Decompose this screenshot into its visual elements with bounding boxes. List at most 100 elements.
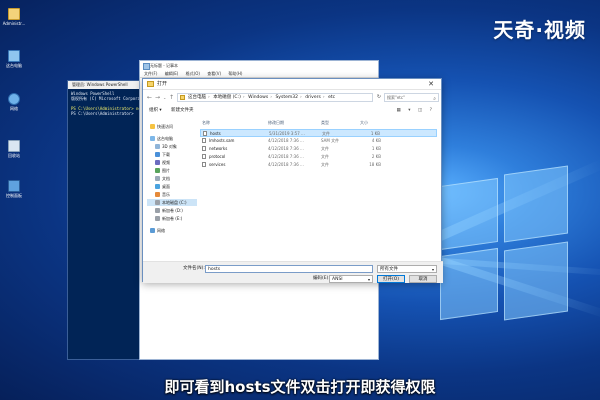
file-row[interactable]: lmhosts.sam 4/12/2018 7:36 ... SAM 文件 4 KB	[200, 137, 437, 145]
column-type[interactable]: 类型	[321, 119, 329, 127]
recent-chevron-icon[interactable]: ⌄	[163, 93, 166, 102]
close-button[interactable]: ✕	[424, 79, 438, 90]
sidebar-item-label: 文档	[162, 176, 170, 181]
sidebar-item-star[interactable]: 快速访问	[147, 123, 197, 130]
menu-file[interactable]: 文件(F)	[144, 71, 157, 76]
windows-logo	[440, 165, 570, 330]
breadcrumb-item[interactable]: drivers	[305, 95, 321, 100]
filename-input[interactable]: hosts	[205, 265, 373, 273]
folder-icon	[180, 95, 185, 100]
encoding-label: 编码(E):	[313, 276, 330, 281]
new-folder-button[interactable]: 新建文件夹	[171, 106, 194, 115]
file-name: protocol	[209, 154, 226, 159]
file-row[interactable]: networks 4/12/2018 7:36 ... 文件 1 KB	[200, 145, 437, 153]
column-date[interactable]: 修改日期	[268, 119, 284, 127]
sidebar-item-label: 新加卷 (E:)	[162, 216, 183, 221]
sidebar-item-label: 网络	[157, 228, 165, 233]
notepad-menu: 文件(F) 编辑(E) 格式(O) 查看(V) 帮助(H)	[140, 70, 378, 78]
filetype-select[interactable]: 所有文件 ▾	[377, 265, 437, 273]
sidebar-item-network[interactable]: 网络	[147, 227, 197, 234]
sidebar-item-label: 图片	[162, 168, 170, 173]
back-arrow-icon[interactable]: ←	[147, 93, 152, 102]
file-size: 2 KB	[371, 154, 381, 159]
search-icon: ⌕	[433, 96, 436, 102]
network-icon	[150, 228, 155, 233]
sidebar-item-picture[interactable]: 图片	[147, 167, 197, 174]
menu-edit[interactable]: 编辑(E)	[165, 71, 179, 76]
breadcrumb-item[interactable]: etc	[328, 95, 335, 100]
sidebar-item-cube[interactable]: 3D 对象	[147, 143, 197, 150]
notepad-icon	[147, 81, 154, 87]
open-button[interactable]: 打开(O)	[377, 275, 405, 283]
sidebar-item-computer[interactable]: 这台电脑	[147, 135, 197, 142]
column-name[interactable]: 名称	[202, 119, 210, 127]
sidebar-item-document[interactable]: 文档	[147, 175, 197, 182]
search-input[interactable]: 搜索"etc" ⌕	[384, 93, 439, 102]
console-line: 版权所有 (C) Microsoft Corporatio	[71, 96, 148, 101]
breadcrumb-item[interactable]: 这台电脑	[188, 95, 206, 100]
drive-icon	[155, 208, 160, 213]
desktop-icon-this-pc[interactable]: 这台电脑	[2, 50, 26, 68]
forward-arrow-icon[interactable]: →	[155, 93, 160, 102]
desktop-icon-recycle-bin[interactable]: 回收站	[2, 140, 26, 158]
file-icon	[202, 138, 206, 143]
desktop-icon	[155, 184, 160, 189]
file-row[interactable]: protocol 4/12/2018 7:36 ... 文件 2 KB	[200, 153, 437, 161]
sidebar-item-label: 视频	[162, 160, 170, 165]
open-file-dialog[interactable]: 打开 ✕ ← → ⌄ ↑ 这台电脑 › 本地磁盘 (C:) › Windows › S…	[142, 78, 443, 283]
file-icon	[202, 162, 206, 167]
breadcrumb[interactable]: 这台电脑 › 本地磁盘 (C:) › Windows › System32 › driv…	[177, 93, 373, 102]
menu-format[interactable]: 格式(O)	[186, 71, 200, 76]
sidebar-item-drive[interactable]: 新加卷 (E:)	[147, 215, 197, 222]
recycle-bin-icon	[8, 140, 20, 152]
view-options-icon[interactable]: ▦ ▾ ◫ ?	[397, 106, 435, 115]
sidebar-item-video[interactable]: 视频	[147, 159, 197, 166]
control-panel-icon	[8, 180, 20, 192]
search-placeholder: 搜索"etc"	[387, 95, 405, 100]
file-type: 文件	[321, 146, 329, 151]
drive-icon	[155, 216, 160, 221]
menu-view[interactable]: 查看(V)	[207, 71, 221, 76]
file-date: 4/12/2018 7:36 ...	[268, 138, 304, 143]
file-date: 4/12/2018 7:36 ...	[268, 146, 304, 151]
sidebar-item-label: 音乐	[162, 192, 170, 197]
sidebar-item-desktop[interactable]: 桌面	[147, 183, 197, 190]
encoding-value: ANSI	[332, 277, 343, 282]
computer-icon	[8, 50, 20, 62]
sidebar-item-label: 本地磁盘 (C:)	[162, 200, 187, 205]
refresh-button[interactable]: ↻	[375, 93, 383, 102]
up-arrow-icon[interactable]: ↑	[169, 93, 174, 102]
organize-button[interactable]: 组织 ▾	[149, 106, 162, 115]
desktop-icon-administrator[interactable]: Administr...	[2, 8, 26, 26]
download-icon	[155, 152, 160, 157]
sidebar-item-drive[interactable]: 新加卷 (D:)	[147, 207, 197, 214]
desktop-icon-control-panel[interactable]: 控制面板	[2, 180, 26, 198]
file-name: services	[209, 162, 226, 167]
desktop-icon-network[interactable]: 网络	[2, 93, 26, 111]
dialog-footer: 文件名(N): hosts 所有文件 ▾ 编码(E): ANSI ▾ 打开(O)…	[143, 261, 443, 283]
sidebar-item-download[interactable]: 下载	[147, 151, 197, 158]
file-size: 1 KB	[371, 146, 381, 151]
menu-help[interactable]: 帮助(H)	[228, 71, 242, 76]
cancel-button[interactable]: 取消	[409, 275, 437, 283]
filename-label: 文件名(N):	[183, 266, 205, 271]
file-list-header: 名称 修改日期 类型 大小	[200, 119, 437, 127]
sidebar-item-drive[interactable]: 本地磁盘 (C:)	[147, 199, 197, 206]
dialog-title: 打开	[157, 81, 168, 87]
cube-icon	[155, 144, 160, 149]
column-size[interactable]: 大小	[360, 119, 368, 127]
file-name: lmhosts.sam	[209, 138, 235, 143]
file-size: 18 KB	[369, 162, 381, 167]
sidebar-item-music[interactable]: 音乐	[147, 191, 197, 198]
breadcrumb-item[interactable]: Windows	[248, 95, 268, 100]
network-icon	[8, 93, 20, 105]
breadcrumb-item[interactable]: 本地磁盘 (C:)	[213, 95, 241, 100]
console-line: PS C:\Users\Administrator>	[71, 111, 134, 116]
encoding-select[interactable]: ANSI ▾	[329, 275, 373, 283]
picture-icon	[155, 168, 160, 173]
file-row[interactable]: hosts 5/31/2019 3:57 ... 文件 1 KB	[200, 129, 437, 137]
breadcrumb-item[interactable]: System32	[275, 95, 298, 100]
brand-watermark: 天奇·视频	[493, 18, 586, 42]
file-row[interactable]: services 4/12/2018 7:36 ... 文件 18 KB	[200, 161, 437, 169]
chevron-down-icon: ▾	[431, 267, 434, 272]
